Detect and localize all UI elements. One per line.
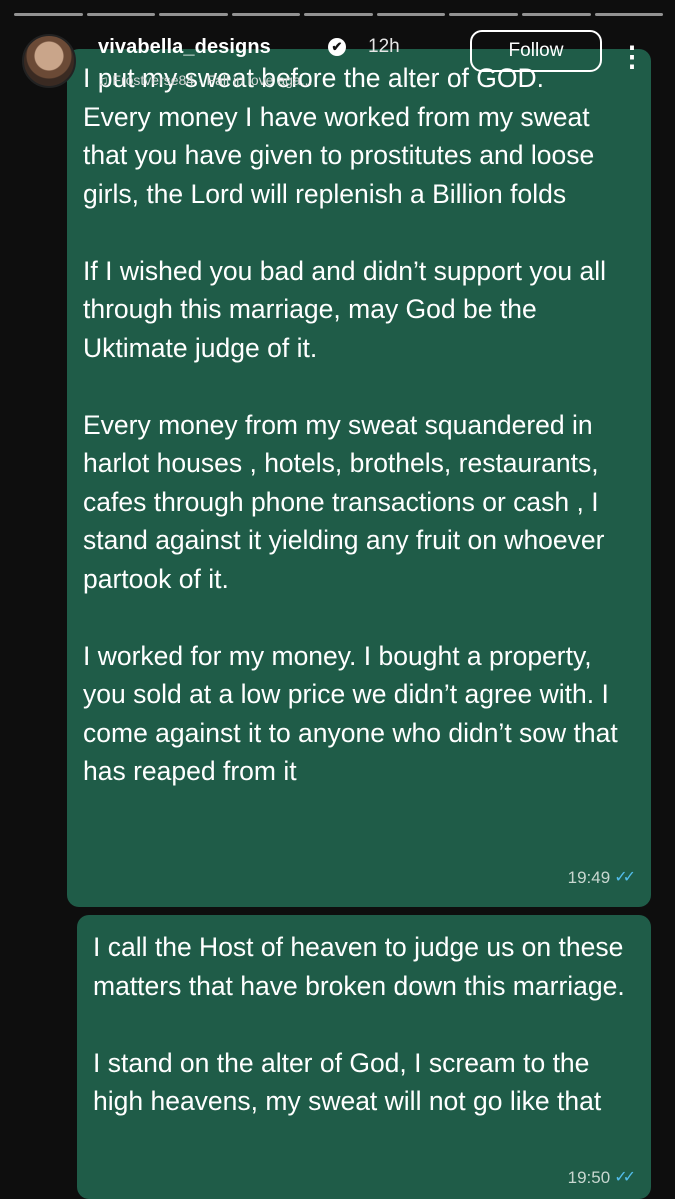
story-progress-segment: [521, 13, 591, 16]
story-header: vivabella_designs ✔ 12h ♫ Frostverse84 ·…: [20, 30, 660, 92]
story-progress-segment: [159, 13, 228, 16]
read-receipt-icon: ✓✓: [614, 1168, 636, 1186]
story-progress-segment: [231, 13, 301, 16]
message-meta: 19:49 ✓✓: [567, 859, 636, 898]
story-progress-bar: [14, 13, 664, 16]
story-progress-segment: [594, 13, 664, 16]
verified-badge-icon: ✔: [328, 38, 346, 56]
message-bubble-outgoing[interactable]: I put my sweat before the alter of GOD. …: [67, 49, 651, 907]
story-progress-segment: [304, 13, 373, 16]
story-music-label[interactable]: ♫ Frostverse84 · Fall in love aga...: [98, 72, 312, 88]
story-progress-segment: [86, 13, 156, 16]
story-progress-segment: [14, 13, 83, 16]
message-bubble-outgoing[interactable]: I call the Host of heaven to judge us on…: [77, 915, 651, 1199]
story-time-ago: 12h: [368, 36, 400, 57]
read-receipt-icon: ✓✓: [614, 868, 636, 886]
message-meta: 19:50 ✓✓: [567, 1159, 636, 1198]
story-progress-segment: [376, 13, 446, 16]
message-text: I call the Host of heaven to judge us on…: [93, 932, 625, 1116]
message-time: 19:50: [567, 1167, 611, 1187]
message-text: I put my sweat before the alter of GOD. …: [83, 63, 618, 786]
more-options-icon[interactable]: ⋮: [618, 40, 646, 74]
avatar[interactable]: [22, 34, 76, 88]
story-progress-segment: [449, 13, 518, 16]
story-username[interactable]: vivabella_designs: [98, 36, 271, 59]
follow-button[interactable]: Follow: [470, 30, 602, 72]
message-time: 19:49: [567, 867, 611, 887]
